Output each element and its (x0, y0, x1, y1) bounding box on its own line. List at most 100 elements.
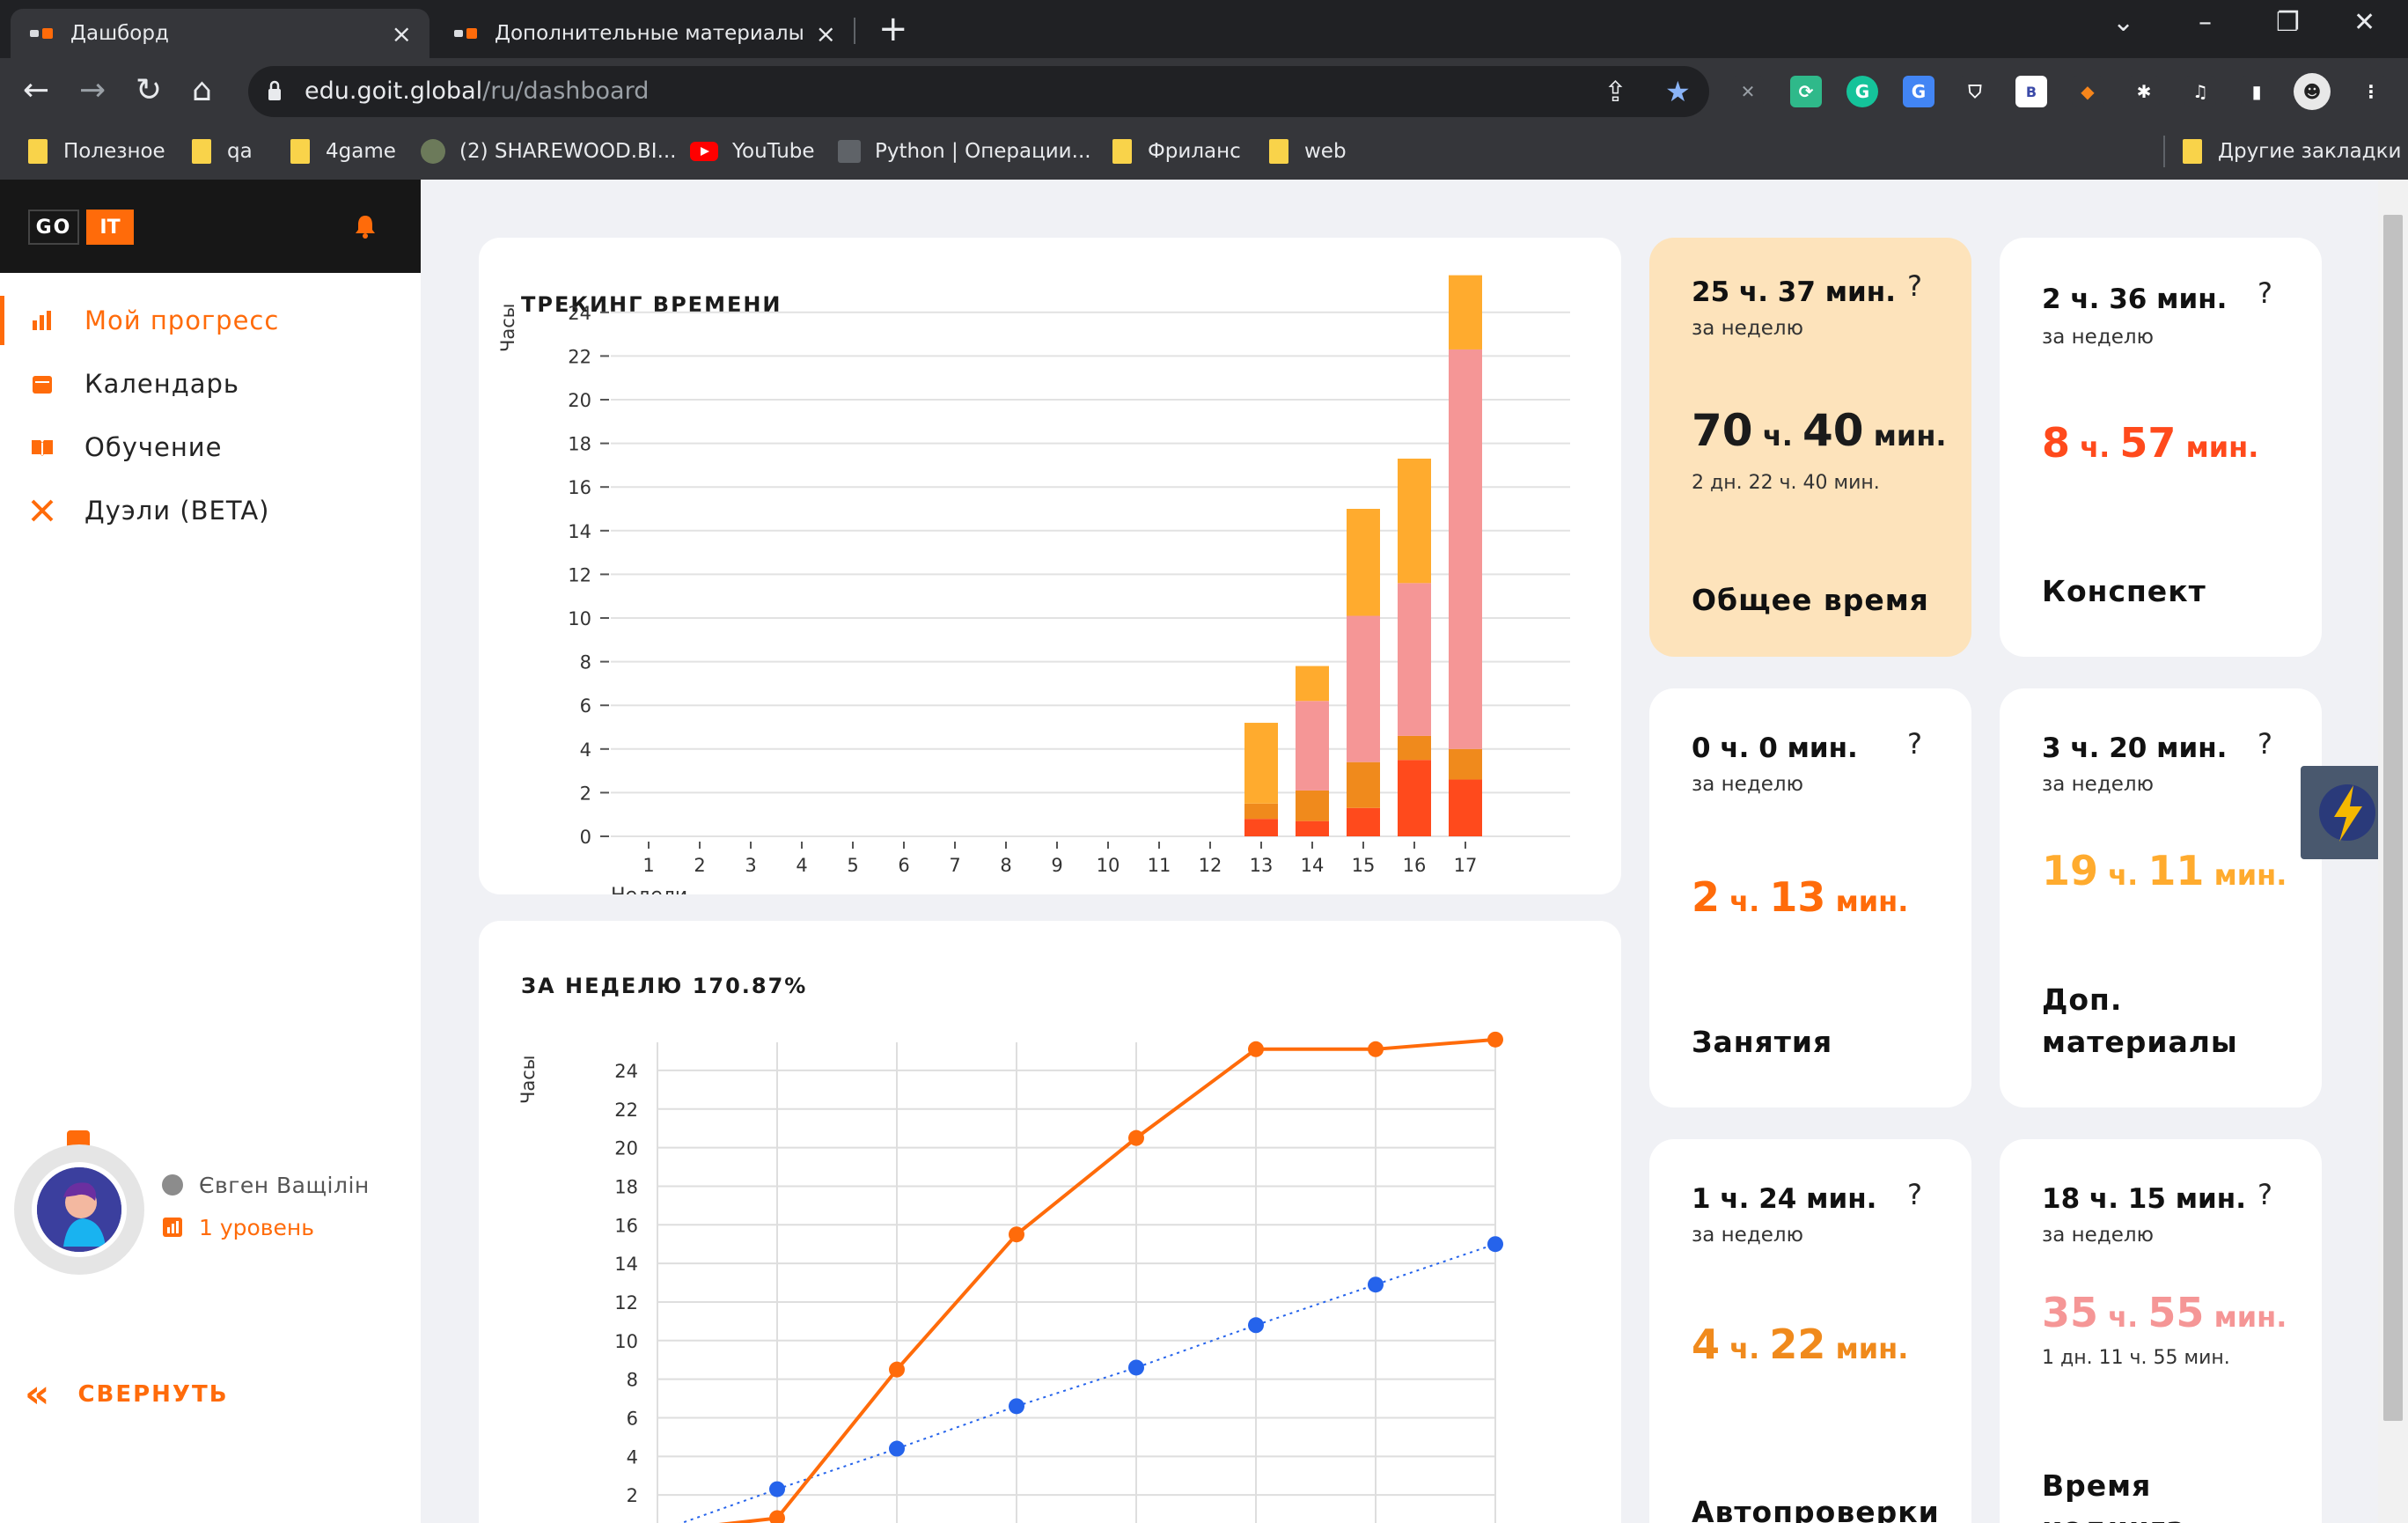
x-tick-label: 4 (796, 855, 807, 876)
y-tick-label: 20 (614, 1138, 638, 1159)
other-bookmarks[interactable]: Другие закладки (2163, 136, 2401, 167)
help-icon[interactable]: ? (2258, 727, 2272, 761)
home-icon[interactable]: ⌂ (192, 70, 212, 111)
folder-icon (1112, 139, 1132, 164)
tab-title: Дополнительные материалы (495, 22, 804, 45)
stat-card-additional-materials[interactable]: 3 ч. 20 мин. за неделю ? 19 ч. 11 мин. Д… (2000, 688, 2322, 1107)
stat-total-days: 1 дн. 11 ч. 55 мин. (2042, 1347, 2230, 1369)
stat-card-notes[interactable]: 2 ч. 36 мин. за неделю ? 8 ч. 57 мин. Ко… (2000, 238, 2322, 657)
bookmark-label: Python | Операции... (875, 140, 1091, 163)
avatar-illustration (37, 1167, 121, 1252)
bookmark-folder[interactable]: qa (192, 136, 253, 167)
stat-week-value: 25 ч. 37 мин. (1692, 276, 1896, 308)
stat-card-autochecks[interactable]: 1 ч. 24 мин. за неделю ? 4 ч. 22 мин. Ав… (1649, 1139, 1971, 1523)
side-panel-icon[interactable]: ▮ (2241, 76, 2272, 107)
bookmark-folder[interactable]: Фриланс (1112, 136, 1241, 167)
help-icon[interactable]: ? (1907, 727, 1922, 761)
translate-icon[interactable]: G (1903, 76, 1934, 107)
y-tick-label: 10 (568, 608, 591, 629)
logo-go[interactable]: GO (28, 210, 79, 245)
user-level[interactable]: 1 уровень (199, 1215, 314, 1240)
tab-search-icon[interactable]: ⌄ (2112, 7, 2134, 38)
stat-card-lessons[interactable]: 0 ч. 0 мин. за неделю ? 2 ч. 13 мин. Зан… (1649, 688, 1971, 1107)
collapse-button[interactable]: « СВЕРНУТЬ (25, 1375, 229, 1414)
bookmark-label: (2) SHAREWOOD.BI... (459, 140, 677, 163)
back-icon[interactable]: ← (23, 70, 49, 111)
bookmark-link[interactable]: YouTube (690, 136, 815, 167)
forward-icon[interactable]: → (79, 70, 106, 111)
bell-icon[interactable] (352, 213, 378, 239)
profile-icon[interactable]: ☻ (2294, 73, 2331, 110)
data-point (1009, 1398, 1024, 1415)
puzzle-icon[interactable]: ✱ (2128, 76, 2160, 107)
folder-icon (290, 139, 310, 164)
menu-icon[interactable]: ⋮ (2355, 76, 2387, 107)
x-tick-label: 3 (745, 855, 756, 876)
tab-dashboard[interactable]: Дашборд × (11, 9, 429, 58)
x-tick-label: 5 (847, 855, 858, 876)
x-tick-label: 12 (1199, 855, 1222, 876)
nav-learning[interactable]: Обучение (0, 416, 421, 479)
bookmark-link[interactable]: Python | Операции... (838, 136, 1091, 167)
y-axis-label: Часы (497, 304, 518, 352)
nav-duels[interactable]: Дуэли (BETA) (0, 479, 421, 542)
stat-total-minutes: 22 (1769, 1321, 1826, 1368)
share-icon[interactable]: ⇪ (1604, 75, 1627, 108)
avatar[interactable] (14, 1144, 144, 1275)
tab-additional-materials[interactable]: Дополнительные материалы × (435, 9, 854, 58)
time-tracking-card: ТРЕКИНГ ВРЕМЕНИ 0 2 4 6 8 10 12 14 16 18 20 22 24 Час… (479, 238, 1621, 894)
nav-calendar[interactable]: Календарь (0, 352, 421, 416)
stat-card-coding-time[interactable]: 18 ч. 15 мин. за неделю ? 35 ч. 55 мин. … (2000, 1139, 2322, 1523)
stat-total-minutes: 57 (2119, 419, 2177, 467)
browser-tab-bar: Дашборд × Дополнительные материалы × + ⌄… (0, 0, 2408, 58)
x-tick-label: 9 (1051, 855, 1062, 876)
stat-name: Доп. материалы (2042, 982, 2238, 1059)
close-tab-icon[interactable]: × (392, 19, 412, 48)
stat-card-total-time[interactable]: 25 ч. 37 мин. за неделю ? 70 ч. 40 мин. … (1649, 238, 1971, 657)
extension-x-icon[interactable]: ✕ (1732, 76, 1764, 107)
stat-total-hours: 2 (1692, 873, 1721, 921)
page-scrollbar[interactable] (2378, 180, 2408, 1523)
help-icon[interactable]: ? (1907, 269, 1922, 303)
stat-week-label: за неделю (2042, 326, 2154, 349)
address-bar[interactable]: edu.goit.global/ru/dashboard ⇪ ★ (248, 66, 1709, 117)
bookmark-folder[interactable]: Полезное (28, 136, 165, 167)
bar-segment (1347, 762, 1380, 808)
grammarly-icon[interactable]: G (1846, 76, 1878, 107)
bar-segment (1296, 666, 1329, 702)
stat-total: 19 ч. 11 мин. (2042, 847, 2287, 894)
restore-icon[interactable]: ❐ (2276, 7, 2300, 38)
bookmark-folder[interactable]: 4game (290, 136, 396, 167)
extension-b-icon[interactable]: B (2015, 76, 2047, 107)
star-icon[interactable]: ★ (1665, 75, 1691, 108)
metamask-icon[interactable]: ◆ (2072, 76, 2103, 107)
help-icon[interactable]: ? (2258, 276, 2272, 310)
nav-my-progress[interactable]: Мой прогресс (0, 289, 421, 352)
shield-icon[interactable]: ⛉ (1959, 76, 1991, 107)
help-icon[interactable]: ? (2258, 1178, 2272, 1211)
bookmark-link[interactable]: (2) SHAREWOOD.BI... (421, 136, 677, 167)
logo-it[interactable]: IT (86, 210, 134, 245)
stat-week-value: 1 ч. 24 мин. (1692, 1183, 1877, 1215)
y-tick-label: 12 (568, 564, 591, 585)
scrollbar-thumb[interactable] (2383, 215, 2403, 1421)
stat-name: Автопроверки (1692, 1495, 1940, 1523)
window-close-icon[interactable]: ✕ (2353, 7, 2375, 38)
new-tab-icon[interactable]: + (878, 9, 908, 49)
bar-segment (1398, 583, 1431, 736)
stat-name: Время кодинга (2042, 1468, 2185, 1523)
lock-icon (268, 80, 281, 100)
y-tick-label: 8 (627, 1370, 638, 1391)
close-tab-icon[interactable]: × (816, 19, 836, 48)
nav-label: Обучение (84, 432, 223, 462)
x-tick-label: 1 (642, 855, 654, 876)
bookmark-folder[interactable]: web (1269, 136, 1347, 167)
y-tick-label: 20 (568, 390, 591, 411)
minimize-icon[interactable]: – (2199, 7, 2212, 38)
stat-name: Занятия (1692, 1025, 1833, 1059)
collapse-label: СВЕРНУТЬ (77, 1381, 229, 1408)
reload-icon[interactable]: ↻ (136, 70, 162, 111)
media-icon[interactable]: ♫ (2184, 76, 2216, 107)
extension-sync-icon[interactable]: ⟳ (1790, 76, 1822, 107)
help-icon[interactable]: ? (1907, 1178, 1922, 1211)
